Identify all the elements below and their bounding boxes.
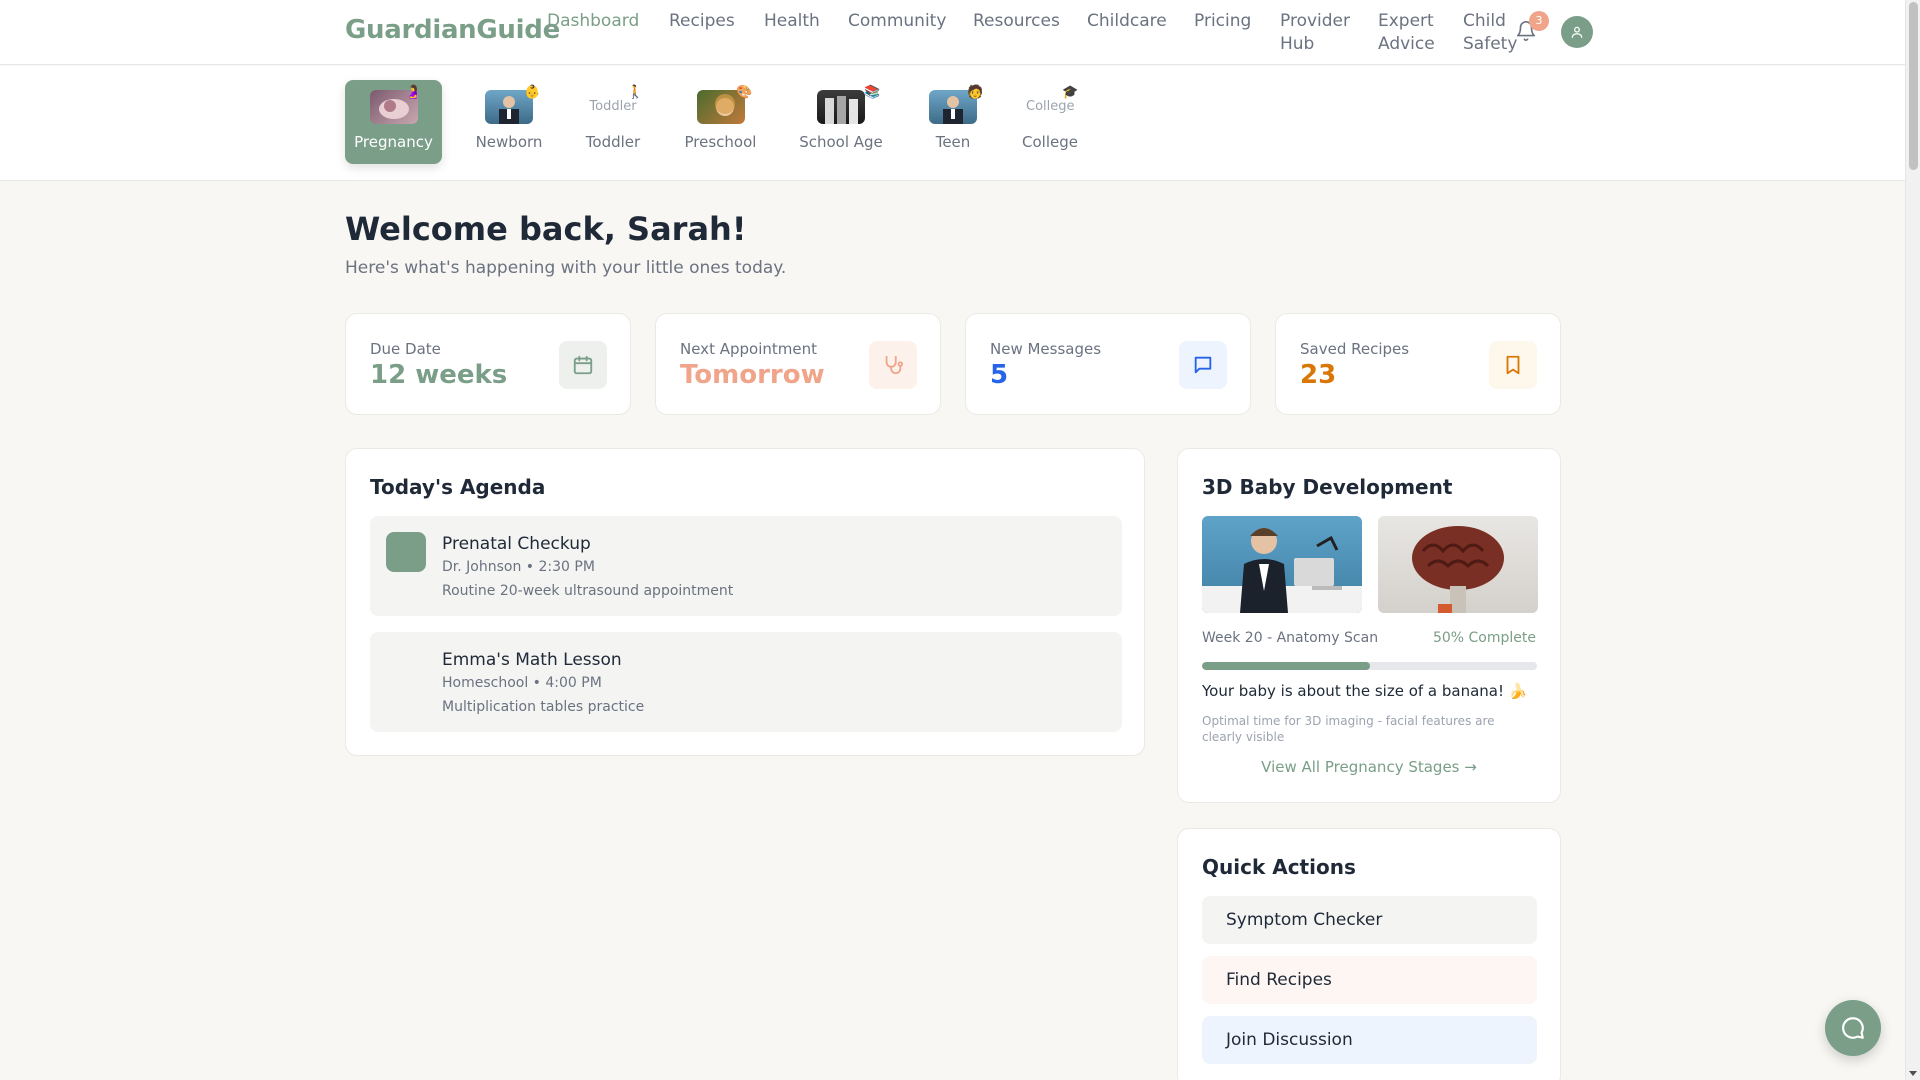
stage-label: Preschool [684, 133, 757, 151]
nav-health[interactable]: Health [764, 10, 848, 56]
calendar-icon [559, 341, 607, 389]
broken-image-alt: College [1026, 99, 1074, 114]
view-all-stages-link[interactable]: View All Pregnancy Stages → [1178, 758, 1560, 776]
stat-value: Tomorrow [680, 360, 825, 390]
nav-recipes[interactable]: Recipes [669, 10, 764, 56]
nav-provider-hub[interactable]: Provider Hub [1280, 10, 1378, 56]
stage-college[interactable]: College 🎓 College [1014, 80, 1086, 164]
agenda-item-meta: Homeschool • 4:00 PM [442, 675, 602, 691]
brand-logo[interactable]: GuardianGuide [345, 15, 560, 45]
symptom-checker-button[interactable]: Symptom Checker [1202, 896, 1537, 944]
development-image-1[interactable] [1202, 516, 1362, 613]
page-title: Welcome back, Sarah! [345, 210, 747, 248]
nav-expert-advice[interactable]: Expert Advice [1378, 10, 1463, 56]
development-image-2[interactable] [1378, 516, 1538, 613]
find-recipes-button[interactable]: Find Recipes [1202, 956, 1537, 1004]
development-percent: 50% Complete [1432, 630, 1536, 646]
stat-label: Next Appointment [680, 340, 817, 358]
agenda-panel: Today's Agenda Prenatal Checkup Dr. John… [345, 448, 1145, 756]
user-avatar[interactable] [1561, 16, 1593, 48]
development-progress-bar [1202, 662, 1537, 670]
top-navigation: GuardianGuide Dashboard Recipes Health C… [0, 0, 1905, 65]
nav-dashboard[interactable]: Dashboard [547, 10, 669, 56]
stage-label: Pregnancy [354, 133, 433, 151]
stat-card-saved-recipes[interactable]: Saved Recipes 23 [1275, 313, 1561, 415]
nav-resources[interactable]: Resources [973, 10, 1087, 56]
agenda-item[interactable]: Emma's Math Lesson Homeschool • 4:00 PM … [370, 632, 1122, 732]
stage-newborn[interactable]: 👶 Newborn [468, 80, 550, 164]
stage-label: Toddler [585, 133, 641, 151]
page-scrollbar[interactable] [1905, 0, 1920, 1080]
nav-community[interactable]: Community [848, 10, 973, 56]
stage-label: College [1022, 133, 1078, 151]
scroll-down-arrow[interactable] [1909, 1071, 1917, 1076]
quick-actions-title: Quick Actions [1202, 855, 1356, 879]
development-title: 3D Baby Development [1202, 475, 1453, 499]
stage-toddler[interactable]: Toddler 🚶 Toddler [575, 80, 651, 164]
stat-label: Saved Recipes [1300, 340, 1410, 358]
agenda-item-title: Prenatal Checkup [442, 534, 591, 554]
progress-fill [1202, 662, 1370, 670]
message-icon [1179, 341, 1227, 389]
stage-emoji: 🤰 [405, 85, 422, 100]
agenda-item-title: Emma's Math Lesson [442, 650, 622, 670]
stage-school-age[interactable]: 📚 School Age [790, 80, 892, 164]
stage-teen[interactable]: 🧑 Teen [917, 80, 989, 164]
stat-card-due-date[interactable]: Due Date 12 weeks [345, 313, 631, 415]
stage-emoji: 🎨 [736, 85, 753, 100]
agenda-marker [386, 532, 426, 572]
notification-badge: 3 [1529, 11, 1549, 31]
stage-emoji: 🎓 [1062, 85, 1079, 100]
stage-selector: 🤰 Pregnancy 👶 Newborn Toddler 🚶 Toddler … [0, 66, 1905, 181]
stage-emoji: 👶 [524, 85, 541, 100]
agenda-item-desc: Multiplication tables practice [442, 699, 645, 715]
development-week: Week 20 - Anatomy Scan [1202, 630, 1379, 646]
broken-image-alt: Toddler [589, 99, 637, 114]
development-size-text: Your baby is about the size of a banana!… [1202, 682, 1528, 700]
scrollbar-thumb[interactable] [1909, 2, 1918, 170]
stethoscope-icon [869, 341, 917, 389]
stat-card-new-messages[interactable]: New Messages 5 [965, 313, 1251, 415]
bookmark-icon [1489, 341, 1537, 389]
stat-value: 23 [1300, 360, 1337, 390]
stage-emoji: 🧑 [967, 85, 984, 100]
nav-childcare[interactable]: Childcare [1087, 10, 1194, 56]
stat-value: 5 [990, 360, 1009, 390]
agenda-item-desc: Routine 20-week ultrasound appointment [442, 583, 734, 599]
stage-label: Newborn [475, 133, 543, 151]
stage-label: School Age [799, 133, 883, 151]
chat-icon [1842, 1017, 1864, 1039]
join-discussion-button[interactable]: Join Discussion [1202, 1016, 1537, 1064]
agenda-item[interactable]: Prenatal Checkup Dr. Johnson • 2:30 PM R… [370, 516, 1122, 616]
nav-pricing[interactable]: Pricing [1194, 10, 1280, 56]
baby-development-panel: 3D Baby Development Week 20 - Anatomy Sc… [1177, 448, 1561, 803]
stage-thumb [817, 90, 865, 124]
stage-pregnancy[interactable]: 🤰 Pregnancy [345, 80, 442, 164]
agenda-marker [386, 648, 426, 688]
quick-actions-panel: Quick Actions Symptom Checker Find Recip… [1177, 828, 1561, 1080]
stat-label: Due Date [370, 340, 441, 358]
stage-label: Teen [935, 133, 971, 151]
development-note: Optimal time for 3D imaging - facial fea… [1202, 714, 1495, 744]
stage-emoji: 📚 [864, 85, 881, 100]
user-icon [1571, 26, 1583, 38]
stage-preschool[interactable]: 🎨 Preschool [676, 80, 765, 164]
stat-label: New Messages [990, 340, 1102, 358]
stat-value: 12 weeks [370, 360, 508, 390]
agenda-item-meta: Dr. Johnson • 2:30 PM [442, 559, 595, 575]
stat-card-next-appointment[interactable]: Next Appointment Tomorrow [655, 313, 941, 415]
main-nav: Dashboard Recipes Health Community Resou… [547, 10, 1523, 56]
page-subtitle: Here's what's happening with your little… [345, 258, 787, 278]
stage-emoji: 🚶 [627, 85, 644, 100]
nav-child-safety[interactable]: Child Safety [1463, 10, 1523, 56]
agenda-title: Today's Agenda [370, 475, 546, 499]
chat-button[interactable] [1825, 1000, 1881, 1056]
